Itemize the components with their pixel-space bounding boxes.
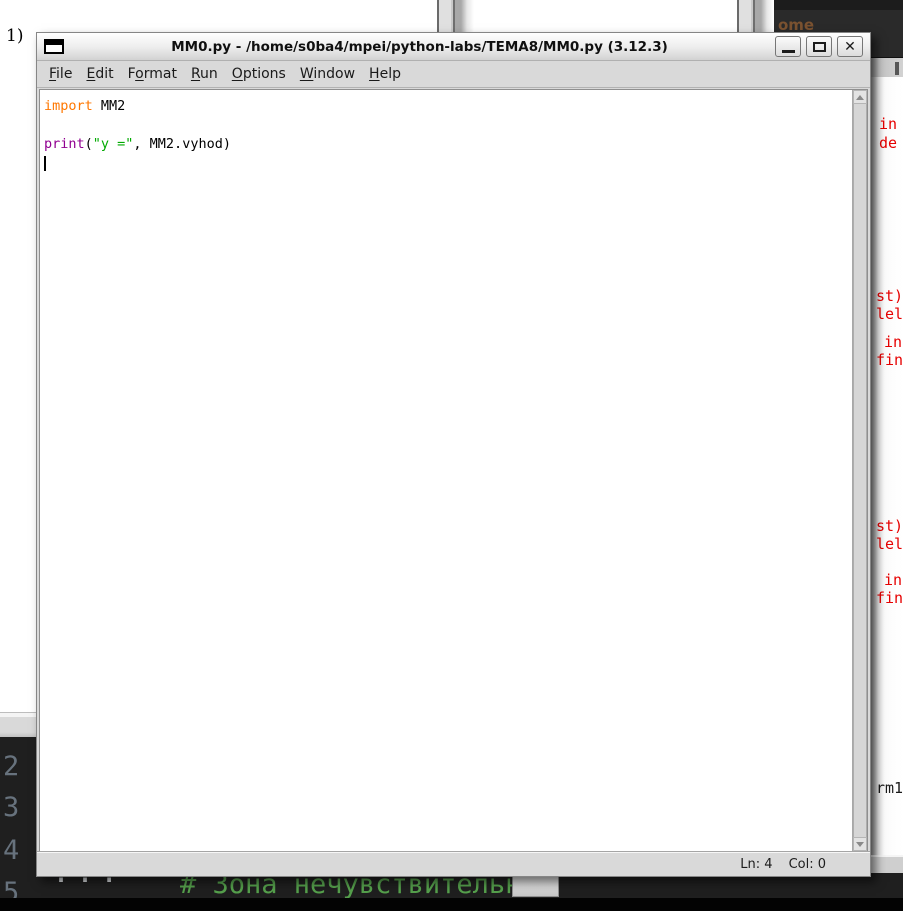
close-icon: ✕ [844, 40, 856, 54]
code-line-2 [44, 116, 848, 135]
vertical-scrollbar[interactable] [852, 90, 867, 851]
menu-edit[interactable]: Edit [79, 62, 120, 86]
close-button[interactable]: ✕ [837, 36, 863, 57]
partial-menu-glyph [895, 62, 899, 75]
list-item-number: 1) [6, 26, 23, 46]
background-shell-body: in de st) lel in fin st) lel in fin rm1 [871, 77, 903, 855]
background-shell-bottom-edge [871, 855, 903, 873]
status-line: Ln: 4 [740, 857, 772, 872]
background-scrollbar-sliver [737, 0, 774, 32]
stderr-fragment: lel [876, 535, 903, 553]
keyword-token: import [44, 98, 93, 114]
stderr-fragment: fin [876, 589, 903, 607]
maximize-button[interactable] [806, 36, 832, 57]
scrollbar-thumb[interactable] [853, 104, 867, 837]
minimize-button[interactable] [775, 36, 801, 57]
stderr-fragment: st) [876, 517, 903, 535]
line-number: 4 [3, 835, 19, 866]
stderr-fragment: in [884, 571, 902, 589]
stderr-fragment: lel [876, 305, 903, 323]
menu-format[interactable]: Format [121, 62, 184, 86]
titlebar[interactable]: MM0.py - /home/s0ba4/mpei/python-labs/TE… [37, 33, 870, 61]
background-scrollbar-sliver [437, 0, 474, 32]
window-title: MM0.py - /home/s0ba4/mpei/python-labs/TE… [64, 39, 775, 55]
arrow-down-icon [856, 842, 864, 847]
scroll-up-button[interactable] [853, 90, 867, 104]
line-number: 2 [3, 751, 19, 782]
minimize-icon [782, 50, 795, 53]
background-shell-menubar [871, 57, 903, 77]
stderr-fragment: in [879, 115, 897, 133]
menu-window[interactable]: Window [293, 62, 362, 86]
status-column: Col: 0 [789, 857, 826, 872]
taskbar-strip [0, 898, 903, 911]
menu-file[interactable]: File [42, 62, 79, 86]
stderr-fragment: de [879, 134, 897, 152]
scroll-down-button[interactable] [853, 837, 867, 851]
maximize-icon [813, 42, 826, 52]
code-line-4 [44, 154, 848, 173]
status-bar: Ln: 4 Col: 0 [37, 852, 870, 876]
menu-run[interactable]: Run [184, 62, 225, 86]
stderr-fragment: in [884, 333, 902, 351]
arrow-up-icon [856, 95, 864, 100]
code-line-1: import MM2 [44, 97, 848, 116]
string-token: "y =" [93, 136, 134, 152]
stderr-fragment: fin [876, 351, 903, 369]
stderr-fragment: st) [876, 287, 903, 305]
code-fragment: rm1 [876, 779, 903, 797]
idle-editor-window: MM0.py - /home/s0ba4/mpei/python-labs/TE… [36, 32, 871, 877]
menu-help[interactable]: Help [362, 62, 408, 86]
code-line-3: print("y =", MM2.vyhod) [44, 135, 848, 154]
code-editor-area[interactable]: import MM2 print("y =", MM2.vyhod) [40, 90, 852, 851]
text-cursor [44, 156, 46, 171]
line-number: 3 [3, 792, 19, 823]
background-shell-window: in de st) lel in fin st) lel in fin rm1 [871, 57, 903, 873]
builtin-token: print [44, 136, 85, 152]
menu-options[interactable]: Options [225, 62, 293, 86]
window-icon [44, 39, 64, 54]
menubar: File Edit Format Run Options Window Help [37, 61, 870, 88]
